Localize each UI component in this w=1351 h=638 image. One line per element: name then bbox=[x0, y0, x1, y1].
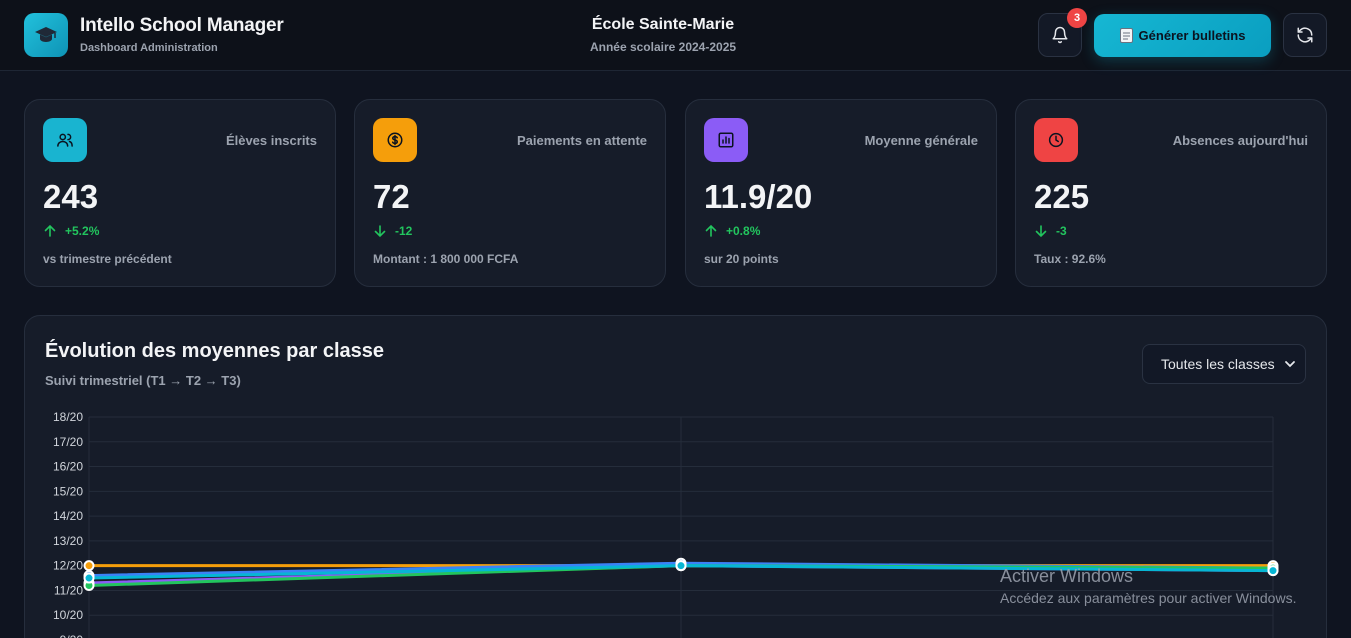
dollar-icon bbox=[373, 118, 417, 162]
trend-value: +0.8% bbox=[726, 224, 761, 238]
y-tick-label: 17/20 bbox=[53, 435, 83, 449]
arrow-up-icon bbox=[705, 224, 717, 237]
data-point bbox=[83, 572, 95, 584]
data-point bbox=[675, 560, 687, 572]
data-point bbox=[83, 560, 95, 572]
windows-activation-title: Activer Windows bbox=[1000, 566, 1134, 586]
refresh-button[interactable] bbox=[1283, 13, 1327, 57]
generate-report-cards-button[interactable]: Générer bulletins bbox=[1094, 14, 1271, 57]
y-tick-label: 11/20 bbox=[54, 583, 83, 597]
clock-icon bbox=[1034, 118, 1078, 162]
card-trend: -12 bbox=[373, 224, 412, 238]
card-trend: +0.8% bbox=[704, 224, 760, 238]
top-header: Intello School Manager Dashboard Adminis… bbox=[0, 0, 1351, 71]
users-icon bbox=[43, 118, 87, 162]
card-trend: -3 bbox=[1034, 224, 1067, 238]
y-tick-label: 12/20 bbox=[53, 559, 83, 573]
arrow-up-icon bbox=[44, 224, 56, 237]
trend-value: -12 bbox=[395, 224, 413, 238]
data-point bbox=[1267, 565, 1279, 577]
card-label: Absences aujourd'hui bbox=[1172, 133, 1308, 148]
notification-count-badge: 3 bbox=[1067, 8, 1087, 28]
card-trend: +5.2% bbox=[43, 224, 99, 238]
bar-chart-icon bbox=[704, 118, 748, 162]
y-tick-label: 16/20 bbox=[53, 460, 83, 474]
card-label: Moyenne générale bbox=[864, 133, 978, 148]
card-value: 243 bbox=[43, 178, 99, 215]
card-value: 11.9/20 bbox=[704, 178, 813, 215]
stat-card-payments: Paiements en attente 72 -12 Montant : 1 … bbox=[354, 99, 666, 287]
windows-activation-text: Accédez aux paramètres pour activer Wind… bbox=[1000, 590, 1297, 606]
y-tick-label: 13/20 bbox=[53, 534, 83, 548]
y-tick-label: 14/20 bbox=[53, 509, 83, 523]
refresh-icon bbox=[1297, 27, 1313, 43]
card-value: 72 bbox=[373, 178, 410, 215]
card-note: sur 20 points bbox=[704, 252, 779, 266]
trend-value: -3 bbox=[1056, 224, 1067, 238]
y-tick-label: 15/20 bbox=[53, 484, 83, 498]
card-value: 225 bbox=[1034, 178, 1090, 215]
card-note: vs trimestre précédent bbox=[43, 252, 172, 266]
card-note: Taux : 92.6% bbox=[1034, 252, 1106, 266]
arrow-down-icon bbox=[1035, 225, 1047, 238]
stat-card-average: Moyenne générale 11.9/20 +0.8% sur 20 po… bbox=[685, 99, 997, 287]
y-tick-label: 10/20 bbox=[53, 608, 83, 622]
stat-card-absences: Absences aujourd'hui 225 -3 Taux : 92.6% bbox=[1015, 99, 1327, 287]
document-icon bbox=[1119, 28, 1133, 43]
card-note: Montant : 1 800 000 FCFA bbox=[373, 252, 519, 266]
arrow-down-icon bbox=[374, 225, 386, 238]
generate-label: Générer bulletins bbox=[1138, 28, 1246, 43]
y-tick-label: 18/20 bbox=[53, 410, 83, 424]
card-label: Paiements en attente bbox=[516, 133, 647, 148]
trend-value: +5.2% bbox=[65, 224, 100, 238]
stat-card-students: Élèves inscrits 243 +5.2% vs trimestre p… bbox=[24, 99, 336, 287]
y-tick-label: 9/20 bbox=[60, 633, 84, 638]
bell-icon bbox=[1052, 26, 1068, 44]
card-label: Élèves inscrits bbox=[225, 133, 317, 148]
